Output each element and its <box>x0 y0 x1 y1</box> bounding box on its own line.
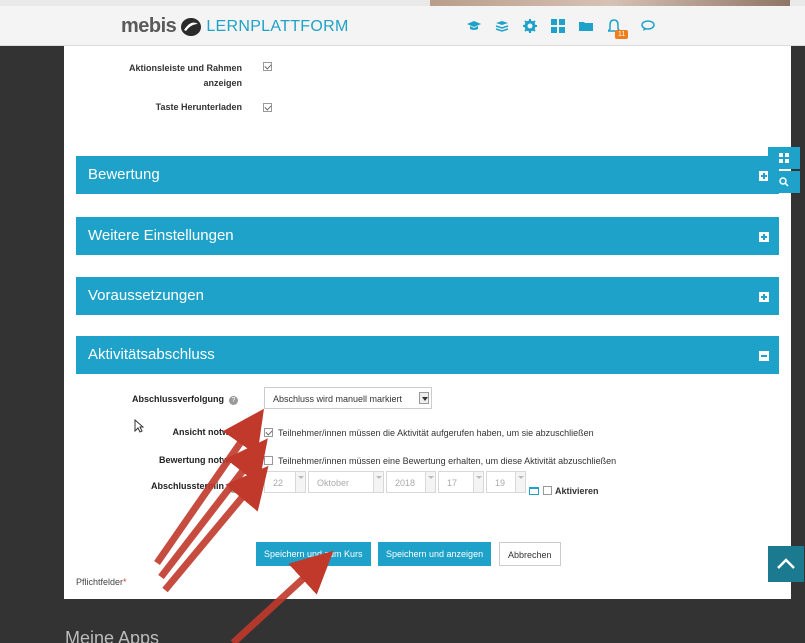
required-star-icon: * <box>123 577 127 587</box>
grid-icon[interactable] <box>550 18 566 34</box>
courses-icon[interactable] <box>494 18 510 34</box>
meine-apps-heading: Meine Apps <box>65 628 160 643</box>
minute-select[interactable]: 19 <box>486 471 526 493</box>
view-required-checkbox[interactable] <box>264 428 273 437</box>
help-icon[interactable]: ? <box>229 396 238 405</box>
option-download-checkbox[interactable] <box>263 103 272 112</box>
notification-badge: 11 <box>615 30 629 39</box>
section-weitere[interactable]: Weitere Einstellungen <box>76 217 779 255</box>
tracking-select-value: Abschluss wird manuell markiert <box>273 394 403 404</box>
nav-icons <box>466 18 668 34</box>
section-voraussetzungen[interactable]: Voraussetzungen <box>76 277 779 315</box>
mebis-swirl-icon <box>181 17 202 36</box>
expand-icon <box>759 232 769 242</box>
hour-select[interactable]: 17 <box>438 471 484 493</box>
folder-icon[interactable] <box>578 18 594 34</box>
gear-icon[interactable] <box>522 18 538 34</box>
grade-required-text: Teilnehmer/innen müssen eine Bewertung e… <box>278 456 617 466</box>
month-select[interactable]: Oktober <box>308 471 384 493</box>
side-grid-button[interactable] <box>768 147 800 169</box>
brand-logo[interactable]: mebis LERNPLATTFORM <box>121 15 349 38</box>
enable-date-checkbox[interactable] <box>543 486 552 495</box>
tracking-select[interactable]: Abschluss wird manuell markiert <box>264 387 432 409</box>
mouse-cursor-icon <box>134 419 144 433</box>
option-toolbar-checkbox[interactable] <box>263 62 272 71</box>
chevron-down-icon <box>473 472 483 492</box>
expand-icon <box>759 292 769 302</box>
section-bewertung[interactable]: Bewertung <box>76 156 779 194</box>
side-search-button[interactable] <box>768 171 800 193</box>
option-toolbar-label: Aktionsleiste und Rahmen anzeigen <box>128 63 242 88</box>
chevron-down-icon <box>373 472 383 492</box>
enable-date-label: Aktivieren <box>555 486 599 496</box>
save-display-button[interactable]: Speichern und anzeigen <box>378 542 492 566</box>
collapse-icon <box>759 351 769 361</box>
help-icon[interactable]: ? <box>229 484 238 493</box>
chat-icon[interactable] <box>640 18 656 34</box>
chevron-down-icon <box>419 392 429 404</box>
view-required-text: Teilnehmer/innen müssen die Aktivität au… <box>278 428 594 438</box>
chevron-down-icon <box>295 472 305 492</box>
side-panel-buttons <box>768 147 800 195</box>
section-voraussetzungen-title: Voraussetzungen <box>88 287 204 304</box>
section-bewertung-title: Bewertung <box>88 166 160 183</box>
main-content <box>64 46 791 599</box>
option-download-label: Taste Herunterladen <box>155 102 242 112</box>
grade-required-label: Bewertung notwendig <box>159 455 253 465</box>
brand-mebis: mebis <box>121 15 177 37</box>
chevron-down-icon <box>425 472 435 492</box>
view-required-label: Ansicht notwendig <box>172 427 254 437</box>
section-weitere-title: Weitere Einstellungen <box>88 227 234 244</box>
section-aktivitaetsabschluss-title: Aktivitätsabschluss <box>88 346 215 363</box>
top-navbar: mebis LERNPLATTFORM 11 <box>0 6 805 46</box>
required-fields-note: Pflichtfelder* <box>76 577 127 587</box>
year-select[interactable]: 2018 <box>386 471 436 493</box>
calendar-icon[interactable] <box>529 485 539 495</box>
grid-icon <box>779 153 789 163</box>
graduation-cap-icon[interactable] <box>466 18 482 34</box>
chevron-down-icon <box>515 472 525 492</box>
grade-required-checkbox[interactable] <box>264 456 273 465</box>
expected-completion-label: Abschlusstermin <box>150 481 224 491</box>
chevron-up-icon <box>777 558 795 569</box>
brand-lernplattform: LERNPLATTFORM <box>206 17 349 35</box>
search-icon <box>779 177 789 187</box>
required-fields-label: Pflichtfelder <box>76 577 124 587</box>
save-return-button[interactable]: Speichern und zum Kurs <box>256 542 371 566</box>
section-aktivitaetsabschluss[interactable]: Aktivitätsabschluss <box>76 336 779 374</box>
cancel-button[interactable]: Abbrechen <box>499 542 561 566</box>
tracking-label: Abschlussverfolgung <box>131 394 224 404</box>
day-select[interactable]: 22 <box>264 471 306 493</box>
scroll-to-top-button[interactable] <box>768 546 804 582</box>
